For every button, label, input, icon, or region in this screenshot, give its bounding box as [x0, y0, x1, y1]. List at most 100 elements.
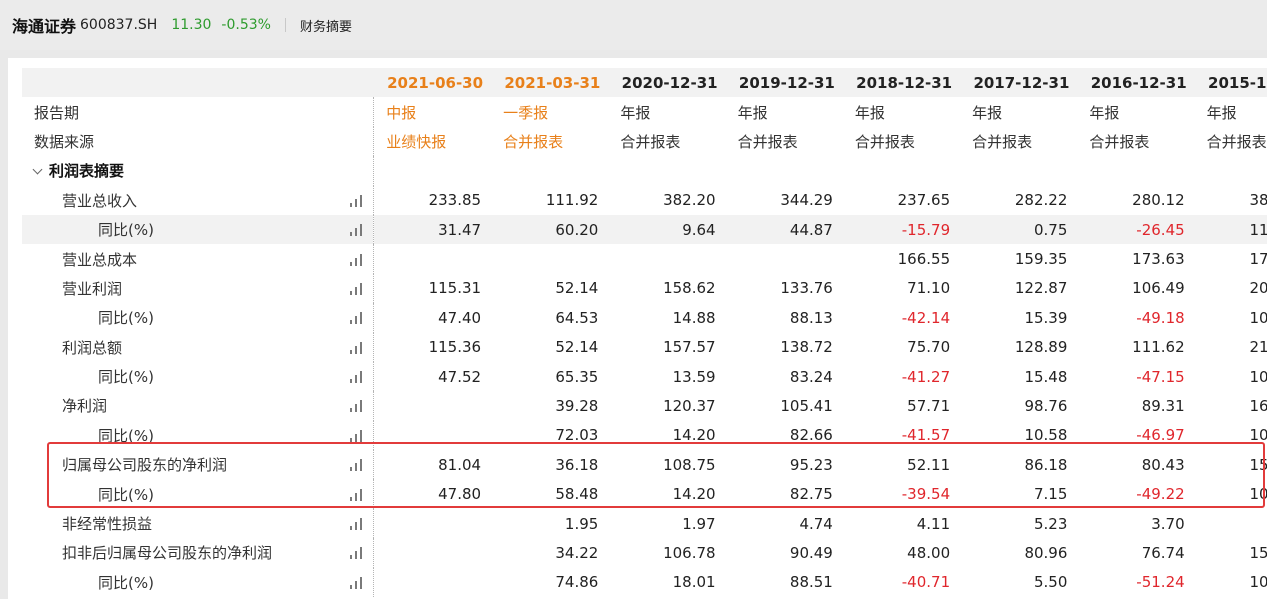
table-row: 利润总额 115.36 52.14 157.57 138.72 75.70 128.89 11… — [22, 332, 1267, 362]
date-header[interactable]: 2020-12-31 — [608, 68, 726, 98]
chart-cell — [338, 332, 375, 362]
value-cell: 0.75 — [960, 214, 1078, 245]
value-cell: 47.52 — [438, 367, 482, 386]
value-cell — [374, 568, 491, 597]
date-header[interactable]: 2018-12-31 — [842, 68, 961, 98]
row-label: 营业总收入 — [62, 191, 138, 210]
value-cell: -40.71 — [901, 573, 951, 592]
value-cell: 233.85 — [428, 191, 482, 210]
period-cell: 年报 — [737, 103, 768, 122]
value-cell: 105.06 — [1249, 308, 1267, 327]
header-corner — [22, 68, 339, 98]
value-cell: 76.74 — [1141, 543, 1185, 562]
value-cell: 108.89 — [1249, 573, 1267, 592]
group-header[interactable]: 利润表摘要 — [22, 156, 338, 185]
source-cell: 合并报表 — [620, 132, 681, 151]
bar-chart-icon[interactable] — [349, 224, 363, 237]
value-cell: 159.35 — [1014, 250, 1068, 269]
date-header[interactable]: 2019-12-31 — [725, 68, 843, 98]
table-row: 营业总收入 233.85 111.92 382.20 344.29 237.65 282.2… — [22, 185, 1267, 215]
value-cell: 81.04 — [438, 455, 482, 474]
value-cell: 1.97 — [682, 514, 716, 533]
value-cell: 15.48 — [1024, 367, 1068, 386]
chart-cell — [338, 244, 375, 274]
financial-table: 2021-06-30 2021-03-31 2020-12-31 2019-12… — [22, 68, 1267, 598]
table-row: 净利润 39.28 120.37 105.41 57.71 98.76 89.31 168.4… — [22, 391, 1267, 421]
value-cell: 52.14 — [555, 279, 599, 298]
value-cell: 58.48 — [555, 485, 599, 504]
chart-cell — [338, 214, 375, 245]
value-cell: 9.64 — [608, 214, 726, 245]
source-cell: 合并报表 — [972, 132, 1033, 151]
value-cell: 115.31 — [428, 279, 482, 298]
value-cell: 171.34 — [1249, 250, 1267, 269]
value-cell: -51.24 — [1136, 573, 1185, 592]
value-cell: 107.43 — [1249, 426, 1267, 445]
value-cell: 282.22 — [1014, 191, 1068, 210]
header-bar: 海通证券 600837.SH 11.30 -0.53% 财务摘要 — [0, 0, 1267, 50]
value-cell: 1.95 — [564, 514, 599, 533]
value-cell: 157.57 — [663, 338, 716, 357]
value-cell: 13.59 — [672, 367, 716, 386]
date-header[interactable]: 2015-12-31 — [1194, 68, 1267, 98]
section-title[interactable]: 财务摘要 — [300, 16, 352, 35]
value-cell — [374, 244, 491, 273]
bar-chart-icon[interactable] — [349, 547, 363, 560]
value-cell: 158.62 — [663, 279, 716, 298]
chart-cell — [338, 538, 375, 568]
bar-chart-icon[interactable] — [349, 253, 363, 266]
value-cell: -41.27 — [901, 367, 951, 386]
value-cell: 115.36 — [428, 338, 482, 357]
group-label: 利润表摘要 — [49, 162, 125, 181]
bar-chart-icon[interactable] — [349, 429, 363, 442]
table-row: 营业利润 115.31 52.14 158.62 133.76 71.10 122.87 10… — [22, 273, 1267, 304]
value-cell: -47.15 — [1136, 367, 1185, 386]
group-row-income-statement[interactable]: 利润表摘要 — [22, 156, 1267, 186]
bar-chart-icon[interactable] — [349, 459, 363, 472]
bar-chart-icon[interactable] — [349, 400, 363, 413]
value-cell: 74.86 — [555, 573, 599, 592]
value-cell: 86.18 — [1024, 455, 1068, 474]
value-cell: 380.86 — [1249, 191, 1267, 210]
period-cell: 一季报 — [503, 103, 549, 122]
chevron-down-icon[interactable] — [32, 164, 43, 175]
bar-chart-icon[interactable] — [349, 341, 363, 354]
date-header[interactable]: 2016-12-31 — [1077, 68, 1195, 98]
chart-cell — [338, 479, 375, 509]
period-cell: 年报 — [972, 103, 1003, 122]
value-cell: 108.75 — [663, 455, 716, 474]
value-cell: 106.78 — [663, 543, 716, 562]
bar-chart-icon[interactable] — [349, 576, 363, 589]
value-cell: 82.75 — [789, 485, 833, 504]
bar-chart-icon[interactable] — [349, 194, 363, 207]
value-cell: -49.22 — [1136, 485, 1185, 504]
value-cell: 60.20 — [491, 214, 609, 245]
bar-chart-icon[interactable] — [349, 488, 363, 501]
date-header[interactable]: 2017-12-31 — [960, 68, 1078, 98]
table-row: 同比(%) 31.47 60.20 9.64 44.87 -15.79 0.75 -26.45… — [22, 214, 1267, 245]
row-label: 同比(%) — [98, 309, 154, 328]
source-cell: 合并报表 — [503, 132, 564, 151]
value-cell: 47.40 — [438, 308, 482, 327]
date-header[interactable]: 2021-06-30 — [373, 68, 492, 98]
value-cell — [491, 244, 608, 273]
value-cell: 120.37 — [663, 396, 716, 415]
bar-chart-icon[interactable] — [349, 312, 363, 325]
value-cell: -41.57 — [901, 426, 951, 445]
value-cell: 122.87 — [1014, 279, 1068, 298]
value-cell — [608, 244, 725, 273]
header-chart-corner — [338, 68, 374, 98]
value-cell: 237.65 — [897, 191, 951, 210]
date-header[interactable]: 2021-03-31 — [491, 68, 609, 98]
table-row: 同比(%) 47.80 58.48 14.20 82.75 -39.54 7.15 -49.2… — [22, 479, 1267, 509]
value-cell: 168.41 — [1249, 396, 1267, 415]
chart-cell-empty — [338, 156, 375, 186]
bar-chart-icon[interactable] — [349, 518, 363, 531]
stock-name: 海通证券 — [12, 17, 77, 36]
table-row: 同比(%) 47.40 64.53 14.88 88.13 -42.14 15.39 -49.… — [22, 303, 1267, 333]
value-cell: 133.76 — [780, 279, 833, 298]
bar-chart-icon[interactable] — [349, 371, 363, 384]
bar-chart-icon[interactable] — [349, 282, 363, 295]
period-cell: 年报 — [1206, 103, 1237, 122]
financial-summary-panel: 2021-06-30 2021-03-31 2020-12-31 2019-12… — [8, 58, 1267, 599]
